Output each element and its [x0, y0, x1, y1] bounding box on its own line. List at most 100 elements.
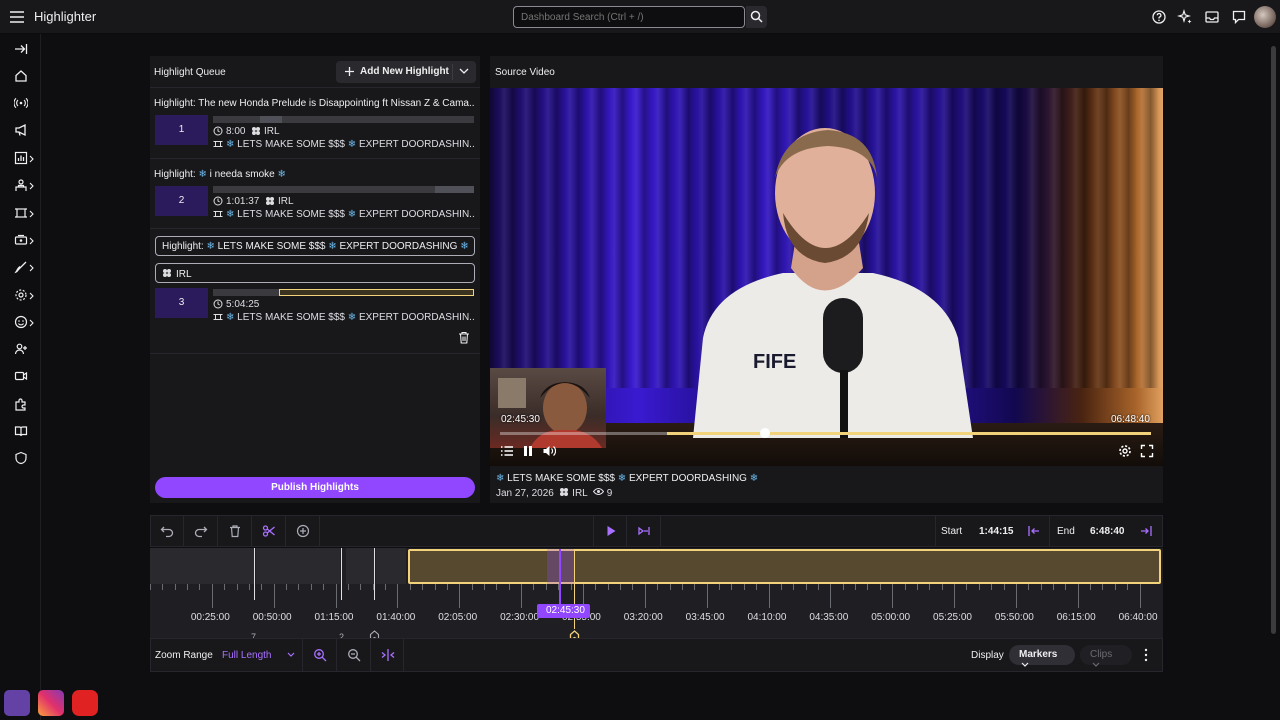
play-button[interactable] [593, 515, 627, 547]
set-start-icon[interactable] [1027, 524, 1041, 538]
highlight-title-text-2: i needa smoke [209, 169, 275, 180]
megaphone-icon[interactable] [14, 123, 28, 137]
selected-range[interactable] [408, 549, 1161, 584]
ruler-minor-tick [817, 584, 819, 590]
settings-icon[interactable] [14, 288, 28, 302]
highlight-category-2: IRL [277, 196, 294, 207]
search-input[interactable] [513, 6, 745, 28]
book-icon[interactable] [14, 424, 28, 438]
help-icon[interactable] [1151, 9, 1167, 25]
highlight-scrub-range-1 [260, 116, 282, 123]
analytics-icon[interactable] [14, 151, 28, 165]
undo-button[interactable] [150, 515, 184, 547]
ruler-major-tick [954, 584, 956, 608]
zoom-out-icon [348, 649, 361, 662]
chapters-icon[interactable] [500, 444, 514, 458]
community-icon[interactable] [14, 178, 28, 192]
home-icon[interactable] [14, 69, 28, 83]
ruler-minor-tick [793, 584, 795, 590]
menu-icon[interactable] [9, 9, 25, 25]
highlight-title-2[interactable]: Highlight: ❄ i needa smoke ❄ [154, 169, 474, 180]
app-title: Highlighter [34, 9, 97, 24]
zoom-out-button[interactable] [336, 638, 370, 672]
collapse-icon[interactable] [14, 42, 28, 56]
ruler-minor-tick [669, 584, 671, 590]
emote-icon[interactable] [14, 315, 28, 329]
highlight-source-2: ❄ LETS MAKE SOME $$$ ❄ EXPERT DOORDASHIN… [213, 209, 475, 220]
progress-knob[interactable] [760, 428, 770, 438]
chevron-right-icon [29, 237, 34, 245]
zoom-in-button[interactable] [302, 638, 336, 672]
highlight-thumbnail-3[interactable]: 3 [155, 288, 208, 318]
inbox-icon[interactable] [1204, 9, 1220, 25]
gear-icon[interactable] [1118, 444, 1132, 458]
highlight-scrub-range-2 [435, 186, 474, 193]
end-value[interactable]: 6:48:40 [1090, 526, 1124, 537]
highlight-meta-1: 8:00 IRL [213, 126, 475, 137]
publish-highlights-button[interactable]: Publish Highlights [155, 477, 475, 498]
more-options-icon[interactable] [1141, 648, 1151, 662]
page-scrollbar[interactable] [1271, 46, 1276, 634]
search-button[interactable] [746, 6, 767, 28]
add-marker-button[interactable] [286, 515, 320, 547]
ruler-tick-label: 00:25:00 [190, 612, 230, 623]
broadcast-icon[interactable] [14, 96, 28, 110]
markers-dropdown[interactable]: Markers [1009, 645, 1075, 667]
volume-icon[interactable] [542, 444, 556, 458]
add-user-icon[interactable] [14, 342, 28, 356]
clock-icon [213, 299, 223, 309]
zoom-range-label: Zoom Range [155, 650, 213, 661]
playhead-region [547, 549, 575, 584]
highlight-scrub-1[interactable] [213, 116, 474, 123]
highlight-thumbnail-2[interactable]: 2 [155, 186, 208, 216]
ruler-minor-tick [360, 584, 362, 590]
trash-icon[interactable] [458, 331, 470, 344]
snowflake-icon: ❄ [460, 241, 469, 252]
chat-icon[interactable] [1231, 9, 1247, 25]
clips-dropdown[interactable]: Clips [1080, 645, 1132, 667]
highlight-thumbnail-1[interactable]: 1 [155, 115, 208, 145]
cut-button[interactable] [252, 515, 286, 547]
redo-button[interactable] [184, 515, 218, 547]
ruler-minor-tick [780, 584, 782, 590]
set-end-icon[interactable] [1139, 524, 1153, 538]
track-segment [150, 548, 254, 584]
extensions-icon[interactable] [14, 397, 28, 411]
shield-icon[interactable] [14, 451, 28, 465]
start-value[interactable]: 1:44:15 [979, 526, 1013, 537]
ruler-minor-tick [1114, 584, 1116, 590]
category-icon [265, 197, 274, 205]
fit-button[interactable] [370, 638, 404, 672]
video-progress-bar[interactable] [500, 428, 1151, 438]
content-icon[interactable] [14, 206, 28, 220]
highlight-title-input-3[interactable]: Highlight: ❄ LETS MAKE SOME $$$ ❄ EXPERT… [155, 236, 475, 256]
play-selection-button[interactable] [627, 515, 661, 547]
zoom-in-icon [314, 649, 327, 662]
ruler-minor-tick [533, 584, 535, 590]
highlight-scrub-range-3[interactable] [279, 289, 474, 296]
ruler-minor-tick [731, 584, 733, 590]
zoom-range-select[interactable]: Full Length [222, 650, 271, 661]
highlight-source-b-3: EXPERT DOORDASHIN... [358, 312, 475, 323]
highlight-title-1[interactable]: Highlight: The new Honda Prelude is Disa… [154, 98, 474, 109]
brush-icon[interactable] [14, 260, 28, 274]
playhead-time[interactable]: 02:45:30 [537, 604, 590, 618]
ruler-major-tick [706, 584, 708, 608]
pause-icon[interactable] [521, 444, 535, 458]
stream-tools-icon[interactable] [14, 233, 28, 247]
avatar[interactable] [1254, 6, 1276, 28]
playhead-line[interactable] [559, 549, 561, 607]
chevron-down-icon[interactable] [287, 652, 295, 658]
marker-line [341, 548, 342, 600]
sparkle-icon[interactable] [1177, 9, 1193, 25]
search-icon [750, 10, 763, 23]
ruler-minor-tick [409, 584, 411, 590]
snowflake-icon: ❄ [206, 241, 215, 252]
ruler-minor-tick [187, 584, 189, 590]
chevron-down-icon[interactable] [459, 68, 469, 75]
fullscreen-icon[interactable] [1140, 444, 1154, 458]
delete-button[interactable] [218, 515, 252, 547]
video-icon[interactable] [14, 369, 28, 383]
category-input-3[interactable]: IRL [155, 263, 475, 283]
add-highlight-button[interactable]: Add New Highlight [336, 61, 476, 83]
